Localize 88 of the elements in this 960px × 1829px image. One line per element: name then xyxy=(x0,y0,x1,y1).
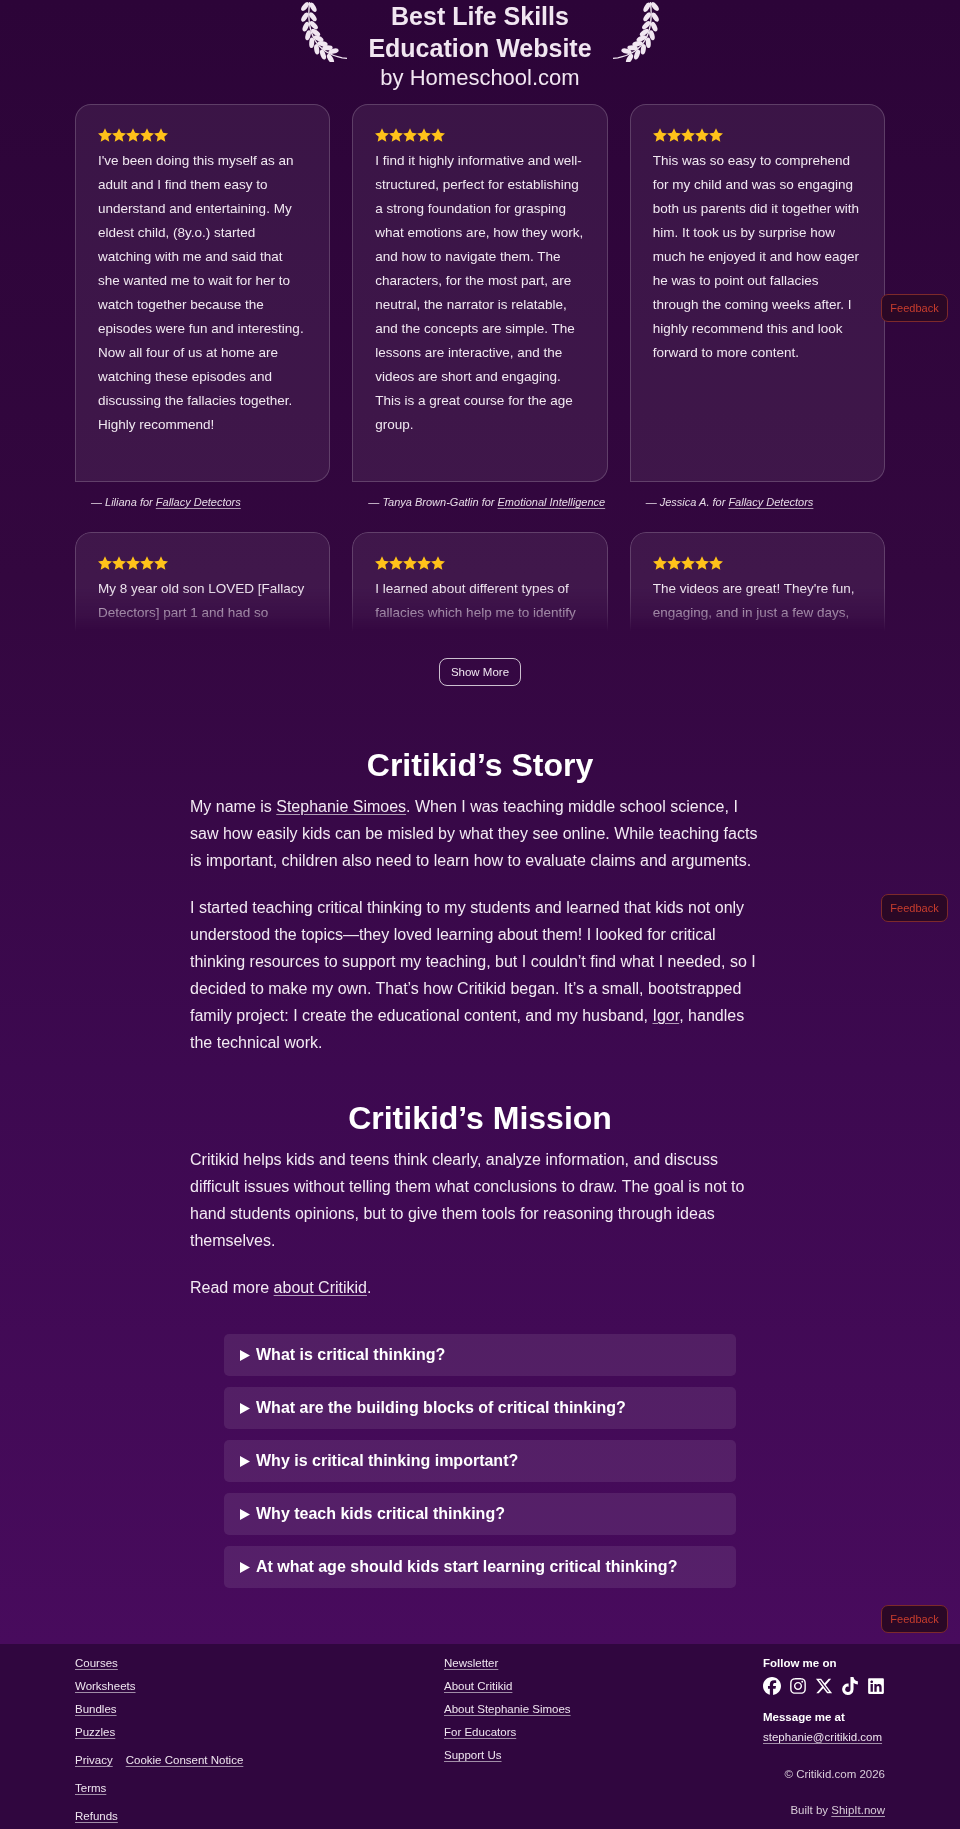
tiktok-icon[interactable] xyxy=(841,1677,859,1695)
mission-paragraph: Read more about Critikid. xyxy=(190,1278,373,1298)
text-link[interactable]: ShipIt.now xyxy=(831,1804,885,1816)
review-attribution: — Tanya Brown-Gatlin for Emotional Intelligence xyxy=(367,495,607,510)
review-text: I learned about different types of fallacies which help me to identify xyxy=(375,580,577,622)
award-title: Best Life Skills xyxy=(391,1,569,32)
star-icon xyxy=(154,556,168,570)
faq-question[interactable]: Why is critical thinking important? xyxy=(224,1440,736,1482)
star-icon xyxy=(652,128,667,142)
star-icon xyxy=(98,556,112,570)
review-text: I find it highly informative and well-structured, perfect for establishing a strong foundation for grasping what emotions are, how they work, and how to navigate them. The characters, for the most part, are neutral, the narrator is relatable, and the concepts are simple. The lessons are interactive, and the videos are short and engaging. This is a great course for the age group. xyxy=(375,152,585,434)
star-icon xyxy=(112,556,126,570)
star-icon xyxy=(431,556,446,570)
footer-link[interactable]: Support Us xyxy=(444,1747,502,1763)
review-text: The videos are great! They're fun, engaging, and in just a few days, xyxy=(652,580,856,622)
footer-link[interactable]: Terms xyxy=(75,1780,107,1796)
footer-link[interactable]: About Stephanie Simoes xyxy=(444,1701,571,1717)
section-heading: Critikid’s Mission xyxy=(347,1099,613,1138)
copyright-text: © Critikid.com 2026 xyxy=(784,1767,885,1782)
text-link[interactable]: Emotional Intelligence xyxy=(497,496,606,508)
star-icon xyxy=(680,128,695,142)
review-text: My 8 year old son LOVED [Fallacy Detectors] part 1 and had so xyxy=(98,580,306,622)
footer-link[interactable]: Newsletter xyxy=(444,1655,499,1671)
footer-link[interactable]: About Critikid xyxy=(444,1678,513,1694)
award-title: Education Website xyxy=(368,33,592,64)
star-icon xyxy=(680,556,695,570)
faq-question[interactable]: Why teach kids critical thinking? xyxy=(224,1493,736,1535)
star-icon xyxy=(708,556,723,570)
facebook-icon[interactable] xyxy=(763,1677,781,1695)
star-icon xyxy=(375,128,390,142)
faq-question[interactable]: At what age should kids start learning critical thinking? xyxy=(224,1546,736,1588)
footer-link[interactable]: Worksheets xyxy=(75,1678,136,1694)
section-heading: Critikid’s Story xyxy=(365,746,595,785)
star-icon xyxy=(98,128,112,142)
star-icon xyxy=(389,128,404,142)
star-icon xyxy=(375,556,390,570)
star-icon xyxy=(666,128,681,142)
mission-paragraph: Critikid helps kids and teens think clearly, analyze information, and discuss difficult issues without telling them what conclusions to draw. The goal is not to hand students opinions, but to give them tools for reasoning through ideas themselves. xyxy=(190,1150,746,1251)
feedback-button[interactable]: Feedback xyxy=(881,894,948,922)
text-link[interactable]: Fallacy Detectors xyxy=(155,496,241,508)
story-paragraph: My name is Stephanie Simoes. When I was teaching middle school science, I saw how easily kids can be misled by what they see online. While teaching facts is important, children also need to learn how to evaluate claims and arguments. xyxy=(190,797,759,871)
email-link[interactable]: stephanie@critikid.com xyxy=(763,1729,883,1745)
linkedin-icon[interactable] xyxy=(867,1677,885,1695)
review-attribution: — Liliana for Fallacy Detectors xyxy=(90,495,242,510)
built-by-text: Built by ShipIt.now xyxy=(790,1803,885,1818)
laurel-branch-icon xyxy=(611,0,662,62)
laurel-branch-icon xyxy=(298,0,349,62)
star-icon xyxy=(708,128,723,142)
review-attribution: — Jessica A. for Fallacy Detectors xyxy=(644,495,815,510)
story-paragraph: I started teaching critical thinking to my students and learned that kids not only understood the topics—they loved learning about them! I looked for critical thinking resources to support my teaching, but I couldn’t find what I needed, so I decided to make my own. That’s how Critikid began. It’s a small, bootstrapped family project: I create the educational content, and my husband, Igor, handles the technical work. xyxy=(190,898,757,1053)
star-icon xyxy=(694,128,709,142)
instagram-icon[interactable] xyxy=(789,1677,807,1695)
faq-question[interactable]: What is critical thinking? xyxy=(224,1334,736,1376)
feedback-button[interactable]: Feedback xyxy=(881,294,948,322)
show-more-button[interactable]: Show More xyxy=(438,658,522,686)
text-link[interactable]: Igor xyxy=(652,1007,680,1024)
footer-link[interactable]: Bundles xyxy=(75,1701,117,1717)
footer-link[interactable]: Refunds xyxy=(75,1808,118,1824)
x-logo-icon[interactable] xyxy=(815,1677,833,1695)
star-icon xyxy=(126,128,140,142)
award-subtitle: by Homeschool.com xyxy=(380,64,580,92)
text-link[interactable]: about Critikid xyxy=(273,1279,367,1296)
footer-link[interactable]: Courses xyxy=(75,1655,118,1671)
star-icon xyxy=(112,128,126,142)
footer-link[interactable]: Cookie Consent Notice xyxy=(125,1752,244,1768)
star-icon xyxy=(126,556,140,570)
star-icon xyxy=(140,128,154,142)
follow-heading: Follow me on xyxy=(763,1656,837,1671)
star-icon xyxy=(403,556,418,570)
star-icon xyxy=(666,556,681,570)
star-icon xyxy=(694,556,709,570)
star-icon xyxy=(417,556,432,570)
review-text: This was so easy to comprehend for my child and was so engaging both us parents did it together with him. It took us by surprise how much he enjoyed it and how eager he was to point out fallacies through the coming weeks after. I highly recommend this and look forward to more content. xyxy=(652,152,861,362)
text-link[interactable]: Fallacy Detectors xyxy=(728,496,814,508)
star-icon xyxy=(417,128,432,142)
footer-link[interactable]: For Educators xyxy=(444,1724,517,1740)
star-icon xyxy=(140,556,154,570)
message-heading: Message me at xyxy=(763,1710,845,1725)
faq-question[interactable]: What are the building blocks of critical thinking? xyxy=(224,1387,736,1429)
star-icon xyxy=(154,128,168,142)
star-icon xyxy=(652,556,667,570)
footer-link[interactable]: Privacy xyxy=(75,1752,113,1768)
feedback-button[interactable]: Feedback xyxy=(881,1605,948,1633)
footer-link[interactable]: Puzzles xyxy=(75,1724,116,1740)
star-icon xyxy=(431,128,446,142)
star-icon xyxy=(403,128,418,142)
star-icon xyxy=(389,556,404,570)
review-text: I've been doing this myself as an adult and I find them easy to understand and entertaining. My eldest child, (8y.o.) started watching with me and said that she wanted me to wait for her to watch together because the episodes were fun and interesting. Now all four of us at home are watching these episodes and discussing the fallacies together. Highly recommend! xyxy=(98,152,305,434)
